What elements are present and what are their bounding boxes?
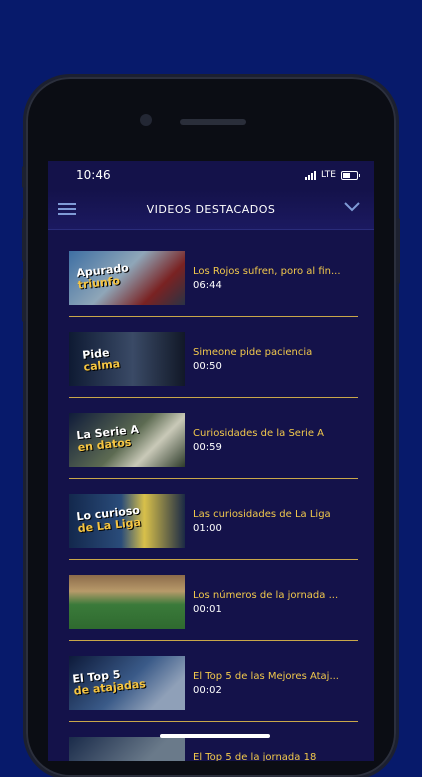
status-icons: LTE <box>305 170 360 180</box>
video-duration: 00:50 <box>193 361 222 372</box>
video-duration: 00:59 <box>193 442 222 453</box>
video-duration: 06:44 <box>193 280 222 291</box>
power-button <box>396 218 400 284</box>
video-info: Los números de la jornada ... 00:01 <box>193 590 363 615</box>
video-duration: 00:02 <box>193 685 222 696</box>
video-title[interactable]: El Top 5 de las Mejores Ataj... <box>193 671 363 682</box>
video-info: El Top 5 de las Mejores Ataj... 00:02 <box>193 671 363 696</box>
video-title[interactable]: Los Rojos sufren, poro al fin... <box>193 266 363 277</box>
status-time: 10:46 <box>76 168 111 182</box>
video-title[interactable]: Simeone pide paciencia <box>193 347 363 358</box>
earpiece-speaker <box>180 119 246 125</box>
video-info: Simeone pide paciencia 00:50 <box>193 347 363 372</box>
volume-up-button <box>22 218 26 262</box>
video-item[interactable]: La Serie Aen datos Curiosidades de la Se… <box>48 398 374 479</box>
video-info: Los Rojos sufren, poro al fin... 06:44 <box>193 266 363 291</box>
thumbnail-caption: Lo curioso de La Liga <box>75 503 142 536</box>
video-list: Apurado triunfo Los Rojos sufren, poro al… <box>48 230 374 761</box>
volume-down-button <box>22 278 26 322</box>
menu-icon[interactable] <box>58 203 76 215</box>
video-thumbnail[interactable]: El Top 5 de atajadas <box>69 656 185 710</box>
video-item[interactable]: Lo curioso de La Liga Las curiosidades de… <box>48 479 374 560</box>
front-camera <box>140 114 152 126</box>
video-thumbnail[interactable] <box>69 737 185 761</box>
video-info: El Top 5 de la jornada 18 <box>193 752 363 761</box>
video-item[interactable]: El Top 5 de atajadas El Top 5 de las Mejo… <box>48 641 374 722</box>
thumbnail-caption: Apurado triunfo <box>75 261 130 292</box>
video-item[interactable]: Apurado triunfo Los Rojos sufren, poro al… <box>48 236 374 317</box>
mute-switch <box>22 166 26 188</box>
video-title[interactable]: Curiosidades de la Serie A <box>193 428 363 439</box>
video-info: Las curiosidades de La Liga 01:00 <box>193 509 363 534</box>
app-header: VIDEOS DESTACADOS <box>48 189 374 230</box>
video-duration: 00:01 <box>193 604 222 615</box>
video-duration: 01:00 <box>193 523 222 534</box>
network-label: LTE <box>321 170 336 180</box>
signal-icon <box>305 170 317 180</box>
chevron-down-icon[interactable] <box>344 202 360 212</box>
video-thumbnail[interactable]: Lo curioso de La Liga <box>69 494 185 548</box>
thumbnail-caption: La Serie Aen datos <box>75 422 140 455</box>
video-thumbnail[interactable]: Pide calma <box>69 332 185 386</box>
video-item[interactable]: Los números de la jornada ... 00:01 <box>48 560 374 641</box>
video-item[interactable]: El Top 5 de la jornada 18 <box>48 722 374 761</box>
app-screen: 10:46 LTE VIDEOS DESTACADOS Apurado triun… <box>48 161 374 761</box>
thumbnail-caption: Pide calma <box>81 346 121 374</box>
video-info: Curiosidades de la Serie A 00:59 <box>193 428 363 453</box>
video-title[interactable]: Las curiosidades de La Liga <box>193 509 363 520</box>
video-thumbnail[interactable]: Apurado triunfo <box>69 251 185 305</box>
home-indicator[interactable] <box>160 734 270 738</box>
video-thumbnail[interactable]: La Serie Aen datos <box>69 413 185 467</box>
status-bar: 10:46 LTE <box>48 161 374 189</box>
video-title[interactable]: Los números de la jornada ... <box>193 590 363 601</box>
page-title: VIDEOS DESTACADOS <box>146 202 276 216</box>
thumbnail-caption: El Top 5 de atajadas <box>71 667 147 698</box>
video-thumbnail[interactable] <box>69 575 185 629</box>
video-item[interactable]: Pide calma Simeone pide paciencia 00:50 <box>48 317 374 398</box>
battery-icon <box>341 170 360 180</box>
video-title[interactable]: El Top 5 de la jornada 18 <box>193 752 363 761</box>
